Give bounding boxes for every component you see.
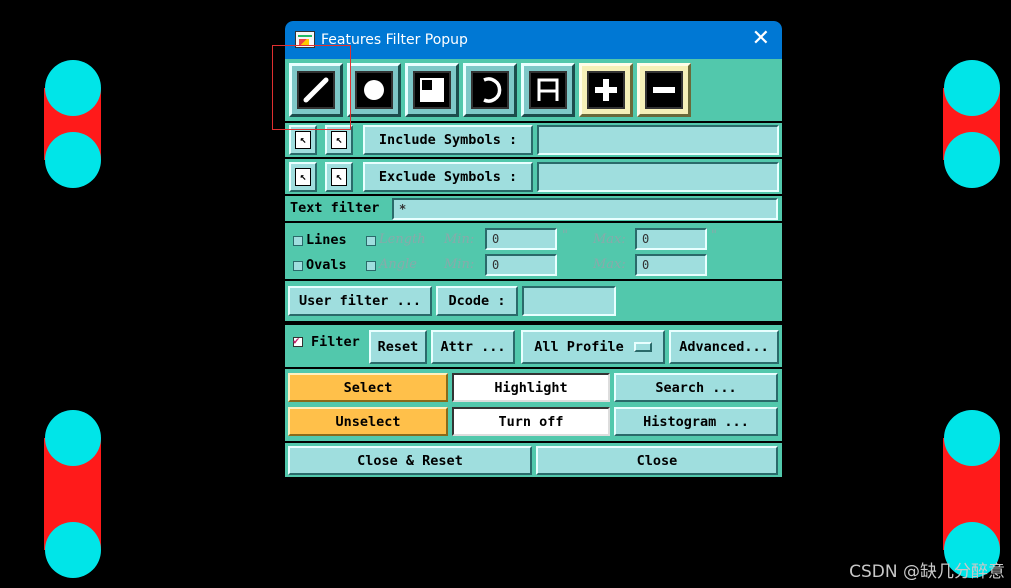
window-title: Features Filter Popup — [321, 32, 468, 48]
close-button[interactable]: Close — [536, 446, 778, 475]
exclude-symbols-row: ↖ ↖ Exclude Symbols : — [285, 159, 782, 194]
lines-unit-max: " — [711, 228, 717, 243]
angle-min-value: 0 — [492, 258, 500, 272]
title-bar: Features Filter Popup ✕ — [285, 21, 782, 59]
angle-max-value: 0 — [642, 258, 650, 272]
pad-tool-button[interactable] — [347, 63, 401, 117]
text-tool-button[interactable] — [521, 63, 575, 117]
include-add-pick-button[interactable]: ↖ — [325, 125, 353, 155]
lines-ovals-panel: Lines Length Min: 0 " Max: 0 " Ovals Ang… — [285, 223, 782, 279]
advanced-button[interactable]: Advanced... — [669, 330, 779, 364]
dialog-body: ↖ ↖ Include Symbols : ↖ ↖ Exclude Symbol… — [285, 59, 782, 477]
angle-max-input[interactable]: 0 — [635, 254, 707, 276]
length-min-input[interactable]: 0 — [485, 228, 557, 250]
close-icon[interactable]: ✕ — [752, 27, 770, 51]
arrow-pick-icon: ↖ — [295, 168, 311, 186]
ovals-min-label: Min: — [444, 257, 475, 272]
dcode-button[interactable]: Dcode : — [436, 286, 518, 316]
line-tool-button[interactable] — [289, 63, 343, 117]
text-tool-icon — [537, 78, 559, 101]
length-checkbox[interactable] — [366, 236, 376, 246]
action-buttons: Select Highlight Search ... Unselect Tur… — [285, 369, 782, 441]
arrow-add-pick-icon: ↖ — [331, 131, 347, 149]
profile-value: All Profile — [534, 339, 624, 355]
bottom-buttons: Close & Reset Close — [285, 443, 782, 477]
watermark: CSDN @缺几分醉意 — [849, 562, 1005, 582]
include-pick-button[interactable]: ↖ — [289, 125, 317, 155]
arc-tool-icon — [483, 77, 502, 103]
remove-tool-button[interactable] — [637, 63, 691, 117]
text-filter-value: * — [399, 202, 407, 216]
line-tool-icon — [303, 77, 329, 103]
highlight-button[interactable]: Highlight — [452, 373, 610, 402]
check-mark-icon: ✔ — [293, 334, 300, 347]
text-filter-row: Text filter * — [285, 196, 782, 221]
angle-label: Angle — [379, 257, 417, 272]
remove-tool-icon — [653, 87, 675, 93]
arc-tool-button[interactable] — [463, 63, 517, 117]
app-icon — [295, 31, 315, 48]
exclude-symbols-button[interactable]: Exclude Symbols : — [363, 162, 533, 192]
ovals-label: Ovals — [306, 257, 347, 273]
dcode-input[interactable] — [522, 286, 616, 316]
ovals-checkbox[interactable] — [293, 261, 303, 271]
filter-checkbox[interactable]: ✔ — [293, 334, 303, 347]
lines-min-label: Min: — [444, 232, 475, 247]
histogram-button[interactable]: Histogram ... — [614, 407, 778, 436]
arrow-pick-icon: ↖ — [295, 131, 311, 149]
search-button[interactable]: Search ... — [614, 373, 778, 402]
filter-bar: ✔ Filter Reset Attr ... All Profile Adva… — [285, 325, 782, 367]
include-symbols-input[interactable] — [537, 125, 779, 155]
filter-label: Filter — [311, 334, 360, 350]
select-button[interactable]: Select — [288, 373, 448, 402]
ovals-max-label: Max: — [593, 257, 626, 272]
length-min-value: 0 — [492, 232, 500, 246]
surface-tool-icon — [420, 78, 444, 102]
length-max-value: 0 — [642, 232, 650, 246]
add-tool-button[interactable] — [579, 63, 633, 117]
user-filter-button[interactable]: User filter ... — [288, 286, 432, 316]
exclude-add-pick-button[interactable]: ↖ — [325, 162, 353, 192]
user-filter-row: User filter ... Dcode : — [285, 281, 782, 321]
length-max-input[interactable]: 0 — [635, 228, 707, 250]
profile-dropdown[interactable]: All Profile — [521, 330, 665, 364]
angle-min-input[interactable]: 0 — [485, 254, 557, 276]
pad-tool-icon — [364, 80, 384, 100]
attr-button[interactable]: Attr ... — [431, 330, 515, 364]
text-filter-label: Text filter — [290, 200, 380, 216]
include-symbols-row: ↖ ↖ Include Symbols : — [285, 123, 782, 157]
exclude-pick-button[interactable]: ↖ — [289, 162, 317, 192]
lines-unit-min: " — [562, 228, 568, 243]
unselect-button[interactable]: Unselect — [288, 407, 448, 436]
features-filter-window: Features Filter Popup ✕ ↖ ↖ Include Symb… — [285, 21, 782, 477]
exclude-symbols-input[interactable] — [537, 162, 779, 192]
surface-tool-button[interactable] — [405, 63, 459, 117]
dropdown-indicator-icon — [633, 342, 652, 352]
include-symbols-button[interactable]: Include Symbols : — [363, 125, 533, 155]
feature-type-toolbar — [285, 59, 782, 121]
lines-checkbox[interactable] — [293, 236, 303, 246]
add-tool-icon — [595, 79, 617, 101]
angle-checkbox[interactable] — [366, 261, 376, 271]
reset-button[interactable]: Reset — [369, 330, 427, 364]
length-label: Length — [379, 232, 426, 247]
text-filter-input[interactable]: * — [392, 198, 778, 220]
close-reset-button[interactable]: Close & Reset — [288, 446, 532, 475]
lines-label: Lines — [306, 232, 347, 248]
lines-max-label: Max: — [593, 232, 626, 247]
turn-off-button[interactable]: Turn off — [452, 407, 610, 436]
arrow-add-pick-icon: ↖ — [331, 168, 347, 186]
